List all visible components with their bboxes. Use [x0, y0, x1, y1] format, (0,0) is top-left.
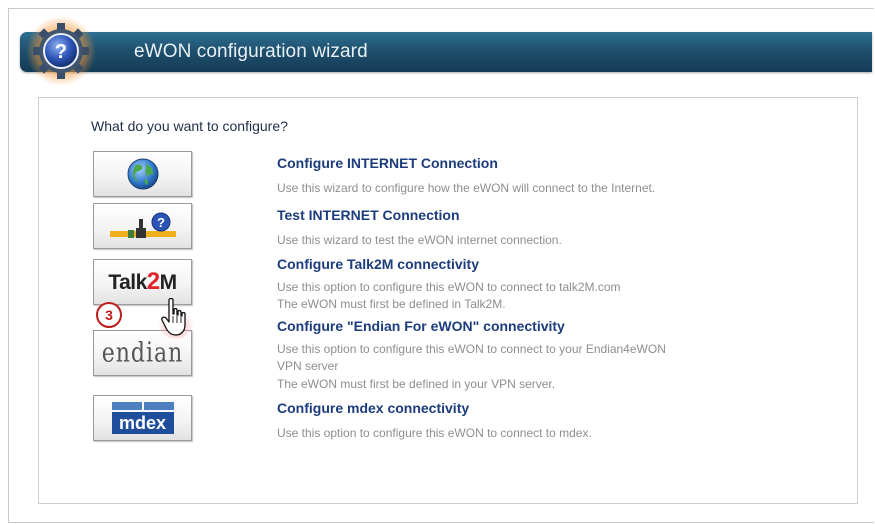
step-number-badge: 3 [96, 302, 122, 328]
configure-internet-button[interactable] [93, 151, 192, 197]
configure-endian-desc-1: Use this option to configure this eWON t… [277, 342, 666, 356]
hand-pointer-icon [159, 297, 193, 339]
configure-talk2m-title[interactable]: Configure Talk2M connectivity [277, 256, 479, 272]
configure-mdex-button[interactable]: mdex [93, 395, 192, 441]
configure-internet-desc: Use this wizard to configure how the eWO… [277, 181, 656, 195]
wizard-header: eWON configuration wizard [20, 32, 872, 72]
svg-text:?: ? [55, 41, 67, 63]
configure-internet-title[interactable]: Configure INTERNET Connection [277, 155, 498, 171]
configure-endian-desc-2: VPN server [277, 359, 339, 373]
mdex-logo: mdex [111, 402, 174, 434]
configure-talk2m-desc-1: Use this option to configure this eWON t… [277, 280, 621, 294]
talk2m-logo: Talk2M [108, 268, 177, 295]
configure-talk2m-desc-2: The eWON must first be defined in Talk2M… [277, 297, 506, 311]
configure-mdex-desc: Use this option to configure this eWON t… [277, 426, 592, 440]
configure-endian-title[interactable]: Configure "Endian For eWON" connectivity [277, 318, 565, 334]
test-internet-button[interactable]: ? [93, 203, 192, 249]
configure-endian-desc-3: The eWON must first be defined in your V… [277, 377, 556, 391]
test-internet-title[interactable]: Test INTERNET Connection [277, 207, 460, 223]
question-label: What do you want to configure? [91, 118, 288, 134]
globe-icon [127, 158, 158, 190]
network-test-icon: ? [109, 212, 176, 238]
help-gear-icon[interactable]: ? [25, 15, 97, 87]
configure-mdex-title[interactable]: Configure mdex connectivity [277, 400, 469, 416]
test-internet-desc: Use this wizard to test the eWON interne… [277, 233, 562, 247]
svg-text:?: ? [157, 215, 165, 230]
endian-logo: endian [101, 337, 184, 369]
wizard-title: eWON configuration wizard [134, 41, 368, 62]
